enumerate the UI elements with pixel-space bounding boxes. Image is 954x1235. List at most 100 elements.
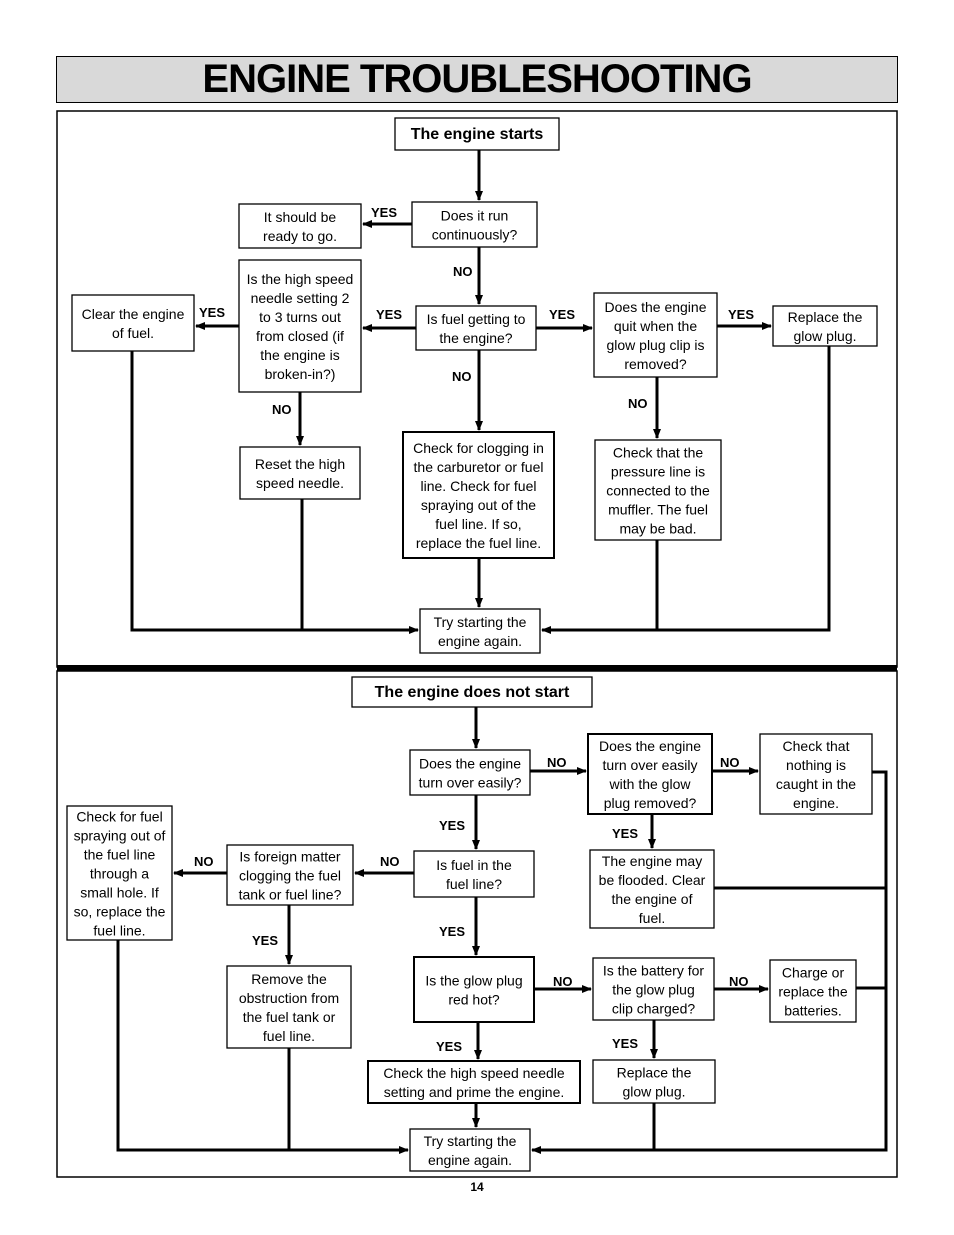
panel-engine-starts <box>56 110 898 668</box>
flow-box-n1: Does the engine turn over easily? <box>409 749 531 796</box>
box-text-line: Is fuel getting to <box>427 311 526 327</box>
label-no: NO <box>720 755 740 770</box>
box-text-line: of fuel. <box>112 325 154 341</box>
box-text-line: the engine is <box>260 347 339 363</box>
box-text-line: Is fuel in the <box>436 857 512 873</box>
box-text-line: glow plug. <box>622 1083 685 1099</box>
box-text-line: engine. <box>793 795 839 811</box>
box-text-line: spraying out of the <box>421 497 536 513</box>
box-text-line: so, replace the <box>74 903 166 919</box>
flow-box-s11: Try starting the engine again. <box>419 608 541 654</box>
box-text-line: caught in the <box>776 776 856 792</box>
label-no: NO <box>272 402 292 417</box>
label-yes: YES <box>376 307 402 322</box>
flow-box-n9: Is the glow plug red hot? <box>413 956 535 1023</box>
box-text-line: glow plug clip is <box>606 337 704 353</box>
label-yes: YES <box>371 205 397 220</box>
box-text-line: red hot? <box>448 991 500 1007</box>
box-text-line: fuel. <box>639 910 665 926</box>
box-text-line: the engine of <box>612 891 693 907</box>
box-text-line: The engine starts <box>411 126 544 143</box>
flow-box-n2: Does the engine turn over easily with the … <box>587 733 713 815</box>
box-text-line: glow plug. <box>793 328 856 344</box>
box-text-line: Check the high speed needle <box>383 1065 565 1081</box>
box-text-line: the engine? <box>439 330 512 346</box>
box-text-line: Charge or <box>782 964 845 980</box>
label-no: NO <box>194 854 214 869</box>
flow-box-s3: Is fuel getting to the engine? <box>415 305 537 351</box>
flow-box-s10: Check that the pressure line is connected … <box>594 439 722 541</box>
box-text-line: engine again. <box>428 1152 512 1168</box>
box-text-line: Replace the <box>788 309 863 325</box>
troubleshooting-flowchart: YES NO YES YES NO YES NO YES NO NO YES NO YES NO YES NO… <box>56 110 898 1178</box>
box-text-line: line. Check for fuel <box>421 478 537 494</box>
label-yes: YES <box>439 818 465 833</box>
flow-box-n12: Check the high speed needle setting and p… <box>367 1060 581 1104</box>
box-text-line: The engine may <box>602 853 702 869</box>
box-text-line: fuel line. If so, <box>435 516 521 532</box>
label-no: NO <box>553 974 573 989</box>
box-text-line: small hole. If <box>80 884 159 900</box>
box-text-line: batteries. <box>784 1002 842 1018</box>
section-header-engine-starts: The engine starts <box>394 117 560 151</box>
label-yes: YES <box>549 307 575 322</box>
flow-box-s1: Does it run continuously? <box>411 201 538 248</box>
box-text-line: the glow plug <box>612 981 695 997</box>
label-yes: YES <box>199 305 225 320</box>
box-text-line: the fuel tank or <box>243 1009 336 1025</box>
box-text-line: turn over easily? <box>419 774 522 790</box>
box-text-line: The engine does not start <box>375 684 570 701</box>
flow-box-s7: Check for clogging in the carburetor or f… <box>402 431 555 559</box>
box-text-line: needle setting 2 <box>251 290 350 306</box>
box-text-line: Replace the <box>617 1064 692 1080</box>
label-no: NO <box>453 264 473 279</box>
label-yes: YES <box>439 924 465 939</box>
flow-box-n4: The engine may be flooded. Clear the engin… <box>589 849 715 929</box>
flow-box-n13: Replace the glow plug. <box>592 1059 716 1104</box>
box-text-line: be flooded. Clear <box>599 872 706 888</box>
box-text-line: Is foreign matter <box>239 848 340 864</box>
box-text-line: Try starting the <box>434 614 527 630</box>
label-no: NO <box>380 854 400 869</box>
box-text-line: clogging the fuel <box>239 867 341 883</box>
flow-box-s4: Is the high speed needle setting 2 to 3 tu… <box>238 259 362 393</box>
section-divider <box>57 665 897 671</box>
flow-box-s6: Reset the high speed needle. <box>239 446 361 500</box>
box-text-line: fuel line? <box>446 876 502 892</box>
box-text-line: Does the engine <box>599 738 701 754</box>
flow-box-n8: Remove the obstruction from the fuel tank … <box>226 965 352 1049</box>
box-text-line: removed? <box>624 356 686 372</box>
box-text-line: through a <box>90 865 149 881</box>
box-text-line: setting and prime the engine. <box>384 1084 565 1100</box>
box-text-line: Check that the <box>613 444 703 460</box>
box-text-line: Does the engine <box>605 299 707 315</box>
box-text-line: speed needle. <box>256 475 344 491</box>
box-text-line: continuously? <box>432 226 518 242</box>
label-yes: YES <box>252 933 278 948</box>
box-text-line: broken-in?) <box>265 366 336 382</box>
box-text-line: engine again. <box>438 633 522 649</box>
label-yes: YES <box>612 826 638 841</box>
box-text-line: Check for fuel <box>76 808 162 824</box>
box-text-line: Clear the engine <box>82 306 185 322</box>
box-text-line: quit when the <box>614 318 697 334</box>
label-no: NO <box>547 755 567 770</box>
flow-box-n11: Charge or replace the batteries. <box>769 959 857 1023</box>
section-header-engine-does-not-start: The engine does not start <box>351 676 593 708</box>
box-text-line: muffler. The fuel <box>608 501 708 517</box>
box-text-line: Try starting the <box>424 1133 517 1149</box>
box-text-line: nothing is <box>786 757 846 773</box>
flow-box-n10: Is the battery for the glow plug clip char… <box>592 957 715 1021</box>
box-text-line: may be bad. <box>619 520 696 536</box>
flow-box-n3: Check that nothing is caught in the engine. <box>759 733 873 815</box>
box-text-line: the carburetor or fuel <box>414 459 544 475</box>
flow-box-s5: Clear the engine of fuel. <box>71 294 195 352</box>
box-text-line: fuel line. <box>93 922 145 938</box>
box-text-line: tank or fuel line? <box>239 886 342 902</box>
box-text-line: the fuel line <box>84 846 156 862</box>
label-yes: YES <box>436 1039 462 1054</box>
label-no: NO <box>729 974 749 989</box>
flow-box-s8: Does the engine quit when the glow plug cl… <box>593 292 718 378</box>
box-text-line: obstruction from <box>239 990 339 1006</box>
flow-box-n14: Try starting the engine again. <box>409 1128 531 1172</box>
